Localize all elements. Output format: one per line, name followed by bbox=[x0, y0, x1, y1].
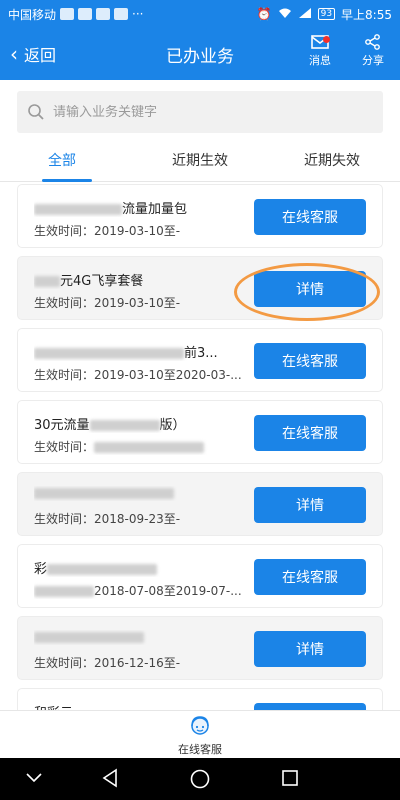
redacted-text bbox=[34, 204, 122, 215]
business-name bbox=[34, 630, 244, 645]
business-name bbox=[34, 486, 244, 501]
effective-time: 生效时间：2018-09-23至- bbox=[34, 512, 181, 526]
clock: 早上8:55 bbox=[341, 7, 392, 22]
redacted-text bbox=[34, 586, 94, 597]
message-button[interactable]: 消息 bbox=[300, 34, 340, 68]
details-button[interactable]: 详情 bbox=[254, 631, 366, 667]
message-label: 消息 bbox=[309, 54, 331, 67]
app-notification-icon bbox=[78, 8, 93, 20]
carrier-label: 中国移动 bbox=[8, 7, 57, 22]
online-service-bar[interactable]: 在线客服 bbox=[0, 710, 400, 758]
effective-time: 生效时间：2019-03-10至- bbox=[34, 296, 181, 310]
unread-dot bbox=[323, 36, 330, 43]
online-service-label: 在线客服 bbox=[178, 743, 222, 756]
details-button[interactable]: 详情 bbox=[254, 487, 366, 523]
recents-square-icon[interactable] bbox=[280, 768, 300, 788]
alarm-icon: ⏰ bbox=[256, 7, 272, 21]
share-icon bbox=[365, 34, 380, 50]
share-label: 分享 bbox=[362, 54, 384, 67]
signal-icon bbox=[298, 7, 312, 22]
tab-recently-effective[interactable]: 近期生效 bbox=[172, 150, 228, 170]
redacted-text bbox=[94, 442, 205, 453]
back-triangle-icon[interactable] bbox=[100, 768, 120, 788]
battery-icon: 93 bbox=[317, 8, 336, 20]
business-name: 彩 bbox=[34, 558, 244, 577]
effective-time: 生效时间：2019-03-10至- bbox=[34, 224, 181, 238]
online-service-button[interactable]: 在线客服 bbox=[254, 415, 366, 451]
customer-service-icon bbox=[191, 716, 209, 735]
status-bar: 中国移动 ··· ⏰ 93 早上8:55 bbox=[0, 0, 400, 28]
online-service-button[interactable]: 在线客服 bbox=[254, 559, 366, 595]
effective-time: 生效时间：2016-12-16至- bbox=[34, 656, 181, 670]
redacted-text bbox=[47, 564, 158, 575]
annotation-circle bbox=[234, 263, 380, 321]
search-bar[interactable] bbox=[17, 91, 383, 133]
redacted-text bbox=[34, 276, 60, 287]
effective-time: 2018-07-08至2019-07-... bbox=[34, 582, 249, 599]
system-nav-bar bbox=[0, 758, 400, 800]
home-circle-icon[interactable] bbox=[189, 768, 211, 790]
list-item[interactable]: 生效时间：2016-12-16至- 详情 bbox=[17, 616, 383, 680]
more-notifications-icon: ··· bbox=[132, 7, 144, 21]
active-tab-indicator bbox=[42, 179, 92, 182]
online-service-button[interactable]: 在线客服 bbox=[254, 199, 366, 235]
app-notification-icon bbox=[96, 8, 111, 20]
list-item[interactable]: 前3... 生效时间：2019-03-10至2020-03-... 在线客服 bbox=[17, 328, 383, 392]
business-name: 元4G飞享套餐 bbox=[34, 270, 244, 289]
list-item[interactable]: 流量加量包 生效时间：2019-03-10至- 在线客服 bbox=[17, 184, 383, 248]
filter-tabs: 全部 近期生效 近期失效 bbox=[0, 142, 400, 182]
tab-recently-expired[interactable]: 近期失效 bbox=[304, 150, 360, 170]
redacted-text bbox=[89, 420, 160, 431]
app-header: ‹ 返回 已办业务 消息 分享 bbox=[0, 28, 400, 80]
online-service-button[interactable]: 在线客服 bbox=[254, 343, 366, 379]
redacted-text bbox=[34, 488, 174, 499]
effective-time: 生效时间：2019-03-10至2020-03-... bbox=[34, 368, 242, 382]
collapse-icon[interactable] bbox=[25, 772, 43, 784]
tab-all[interactable]: 全部 bbox=[48, 150, 76, 170]
business-name: 30元流量 版） bbox=[34, 418, 186, 433]
list-item[interactable]: 彩 2018-07-08至2019-07-... 在线客服 bbox=[17, 544, 383, 608]
search-input[interactable] bbox=[53, 104, 353, 120]
search-icon bbox=[28, 104, 44, 120]
wifi-icon bbox=[278, 7, 292, 22]
share-button[interactable]: 分享 bbox=[353, 34, 393, 68]
redacted-text bbox=[34, 632, 144, 643]
list-item[interactable]: 30元流量 版） 生效时间： 在线客服 bbox=[17, 400, 383, 464]
app-notification-icon bbox=[114, 8, 129, 20]
business-name: 流量加量包 bbox=[34, 198, 244, 217]
list-item[interactable]: 生效时间：2018-09-23至- 详情 bbox=[17, 472, 383, 536]
redacted-text bbox=[34, 348, 184, 359]
effective-time: 生效时间： bbox=[34, 438, 249, 455]
page-title: 已办业务 bbox=[166, 47, 234, 67]
app-notification-icon bbox=[60, 8, 75, 20]
business-name: 前3... bbox=[34, 342, 244, 361]
